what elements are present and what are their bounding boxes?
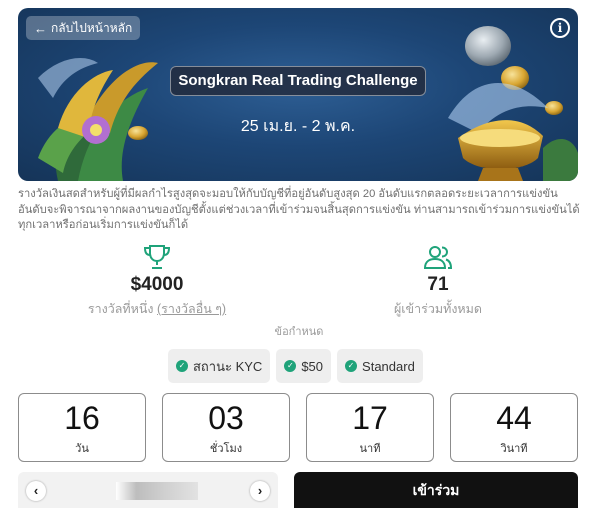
countdown-days: 16 วัน [18, 393, 146, 462]
requirement-min-deposit: ✓ $50 [276, 349, 332, 383]
requirement-account-type: ✓ Standard [337, 349, 423, 383]
requirements-list: ✓ สถานะ KYC ✓ $50 ✓ Standard [168, 349, 423, 383]
info-icon[interactable]: i [550, 18, 570, 38]
countdown-value: 03 [208, 400, 244, 436]
chevron-left-icon[interactable]: ‹ [26, 481, 46, 501]
prize-label-text: รางวัลที่หนึ่ง [87, 302, 154, 316]
prize-stat: $4000 รางวัลที่หนึ่ง (รางวัลอื่น ๆ) [57, 244, 257, 319]
requirements-title: ข้อกำหนด [274, 326, 324, 338]
countdown-unit: วัน [75, 443, 89, 455]
back-to-home-button[interactable]: ← กลับไปหน้าหลัก [26, 16, 141, 40]
countdown-hours: 03 ชั่วโมง [162, 393, 290, 462]
prize-label: รางวัลที่หนึ่ง (รางวัลอื่น ๆ) [57, 299, 257, 319]
account-carousel: ‹ › [18, 472, 278, 508]
participants-stat: 71 ผู้เข้าร่วมทั้งหมด [338, 244, 538, 319]
trophy-icon [143, 245, 171, 269]
countdown-unit: วินาที [500, 443, 528, 455]
hero-banner: ← กลับไปหน้าหลัก i Songkran Real Trading… [18, 8, 578, 181]
account-placeholder [116, 482, 198, 500]
requirement-label: สถานะ KYC [193, 358, 263, 374]
check-circle-icon: ✓ [284, 360, 297, 372]
challenge-dates: 25 เม.ย. - 2 พ.ค. [240, 118, 356, 135]
countdown-unit: นาที [359, 443, 381, 455]
check-circle-icon: ✓ [176, 360, 188, 372]
prize-value: $4000 [130, 274, 184, 295]
challenge-description: รางวัลเงินสดสำหรับผู้ที่มีผลกำไรสูงสุดจะ… [18, 188, 580, 231]
challenge-title: Songkran Real Trading Challenge [170, 66, 426, 96]
countdown-seconds: 44 วินาที [450, 393, 578, 462]
countdown-value: 44 [496, 400, 532, 436]
countdown-minutes: 17 นาที [306, 393, 434, 462]
join-button[interactable]: เข้าร่วม [294, 472, 578, 508]
requirement-label: $50 [301, 358, 324, 374]
participants-label: ผู้เข้าร่วมทั้งหมด [393, 302, 483, 316]
chevron-right-icon[interactable]: › [250, 481, 270, 501]
participants-value: 71 [427, 274, 449, 295]
requirement-kyc: ✓ สถานะ KYC [168, 349, 271, 383]
back-button-label: กลับไปหน้าหลัก [51, 21, 133, 35]
requirement-label: Standard [362, 358, 415, 374]
countdown-value: 16 [64, 400, 100, 436]
users-icon [423, 246, 453, 269]
countdown-unit: ชั่วโมง [209, 443, 243, 455]
countdown-value: 17 [352, 400, 388, 436]
check-circle-icon: ✓ [345, 360, 358, 372]
arrow-left-icon: ← [34, 20, 47, 36]
other-prizes-link[interactable]: (รางวัลอื่น ๆ) [157, 302, 226, 316]
